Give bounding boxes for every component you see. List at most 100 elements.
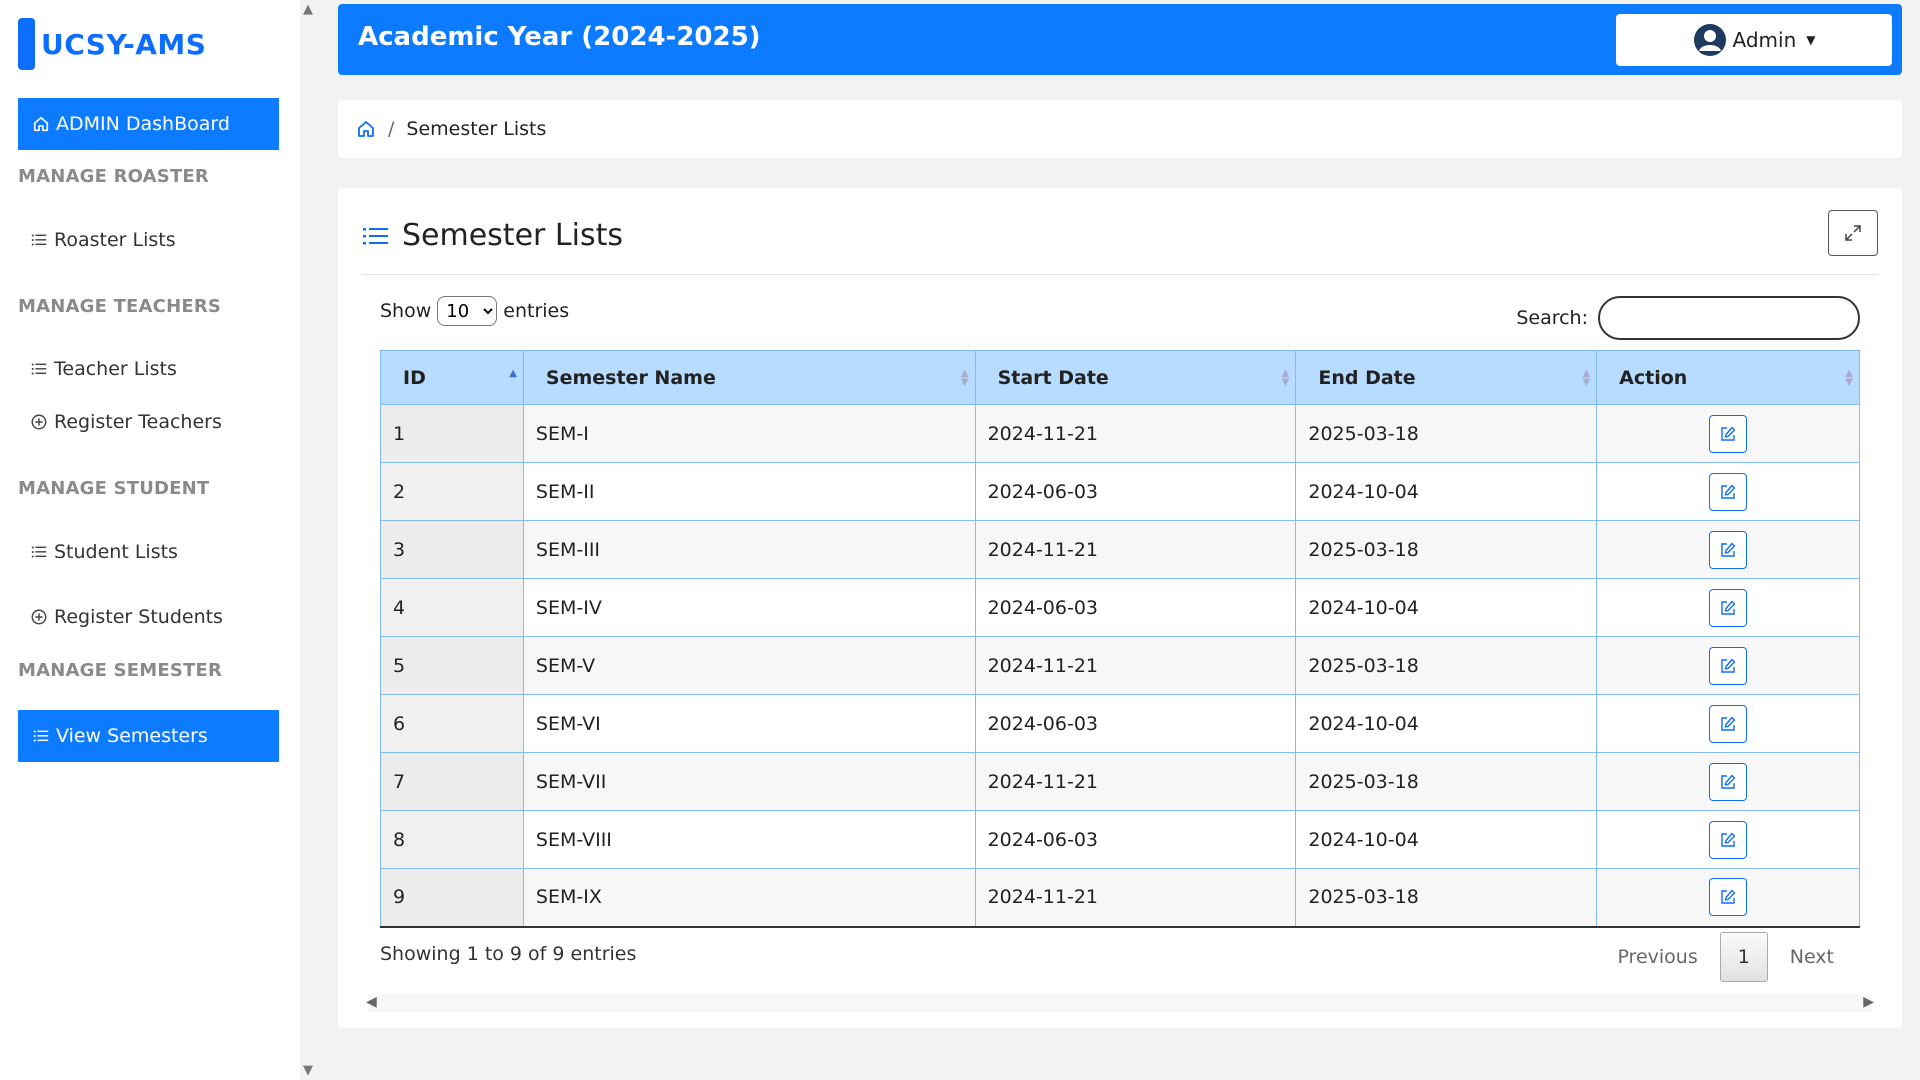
brand-name: UCSY-AMS bbox=[41, 27, 207, 61]
cell-action bbox=[1596, 578, 1860, 637]
chevron-down-icon: ▼ bbox=[1806, 33, 1816, 47]
cell-semester-name: SEM-VI bbox=[522, 694, 976, 753]
scroll-up-icon[interactable]: ▲ bbox=[303, 2, 313, 17]
cell-end-date: 2025-03-18 bbox=[1295, 404, 1598, 463]
card-title: Semester Lists bbox=[402, 218, 623, 253]
fullscreen-button[interactable] bbox=[1828, 210, 1878, 256]
cell-start-date: 2024-11-21 bbox=[974, 636, 1297, 695]
scroll-down-icon[interactable]: ▼ bbox=[303, 1063, 313, 1078]
sidebar-item-view-semesters[interactable]: View Semesters bbox=[18, 710, 279, 762]
search-control: Search: bbox=[1516, 296, 1860, 340]
sort-icon: ▲ ▼ bbox=[1845, 368, 1853, 388]
table-body: 1 SEM-I 2024-11-21 2025-03-18 2 SEM-II 2024-06… bbox=[380, 404, 1860, 927]
sort-icon: ▲ ▼ bbox=[1582, 368, 1591, 388]
next-page-button[interactable]: Next bbox=[1768, 946, 1856, 968]
edit-button[interactable] bbox=[1709, 704, 1748, 743]
column-header-semester-name[interactable]: Semester Name ▲ ▼ bbox=[522, 350, 976, 405]
top-navbar: Academic Year (2024-2025) Admin ▼ bbox=[338, 4, 1902, 75]
page-button-current[interactable]: 1 bbox=[1719, 932, 1768, 982]
horizontal-scrollbar[interactable]: ◀ ▶ bbox=[366, 994, 1874, 1012]
scroll-left-icon[interactable]: ◀ bbox=[366, 994, 377, 1010]
cell-semester-name: SEM-VII bbox=[522, 752, 976, 811]
cell-end-date: 2025-03-18 bbox=[1295, 636, 1598, 695]
cell-semester-name: SEM-VIII bbox=[522, 810, 976, 869]
cell-id: 9 bbox=[380, 868, 524, 927]
breadcrumb-current: Semester Lists bbox=[406, 118, 547, 140]
user-menu-button[interactable]: Admin ▼ bbox=[1616, 14, 1892, 66]
table-row: 6 SEM-VI 2024-06-03 2024-10-04 bbox=[380, 694, 1860, 753]
edit-icon bbox=[1721, 542, 1736, 557]
cell-end-date: 2025-03-18 bbox=[1295, 520, 1598, 579]
cell-start-date: 2024-06-03 bbox=[974, 462, 1297, 521]
sidebar-scrollbar[interactable]: ▲ ▼ bbox=[300, 0, 320, 1080]
plus-circle-icon bbox=[31, 414, 47, 430]
sidebar-item-teacher-lists[interactable]: Teacher Lists bbox=[30, 358, 177, 380]
section-manage-semester: MANAGE SEMESTER bbox=[18, 660, 223, 681]
sidebar-item-student-lists[interactable]: Student Lists bbox=[30, 541, 178, 563]
edit-icon bbox=[1721, 658, 1736, 673]
show-label: Show bbox=[380, 300, 432, 322]
table-row: 2 SEM-II 2024-06-03 2024-10-04 bbox=[380, 462, 1860, 521]
search-input[interactable] bbox=[1598, 296, 1860, 340]
cell-end-date: 2025-03-18 bbox=[1295, 868, 1598, 927]
sidebar-item-register-students[interactable]: Register Students bbox=[30, 606, 223, 628]
home-icon bbox=[33, 116, 49, 132]
plus-circle-icon bbox=[31, 609, 47, 625]
sidebar-item-register-teachers[interactable]: Register Teachers bbox=[30, 411, 222, 433]
edit-button[interactable] bbox=[1709, 588, 1748, 627]
previous-page-button[interactable]: Previous bbox=[1595, 946, 1719, 968]
edit-icon bbox=[1721, 600, 1736, 615]
column-header-id[interactable]: ID ▲ bbox=[380, 350, 524, 405]
scroll-right-icon[interactable]: ▶ bbox=[1863, 994, 1874, 1010]
edit-button[interactable] bbox=[1709, 414, 1748, 453]
edit-button[interactable] bbox=[1709, 646, 1748, 685]
sidebar-item-label: Teacher Lists bbox=[54, 358, 177, 380]
sidebar-item-dashboard[interactable]: ADMIN DashBoard bbox=[18, 98, 279, 150]
cell-end-date: 2024-10-04 bbox=[1295, 694, 1598, 753]
cell-action bbox=[1596, 810, 1860, 869]
edit-icon bbox=[1721, 832, 1736, 847]
cell-id: 1 bbox=[380, 404, 524, 463]
cell-id: 2 bbox=[380, 462, 524, 521]
cell-end-date: 2024-10-04 bbox=[1295, 462, 1598, 521]
section-manage-teachers: MANAGE TEACHERS bbox=[18, 296, 222, 317]
cell-semester-name: SEM-IX bbox=[522, 868, 976, 927]
edit-button[interactable] bbox=[1709, 472, 1748, 511]
list-icon bbox=[31, 234, 47, 246]
breadcrumb: / Semester Lists bbox=[338, 100, 1902, 158]
cell-semester-name: SEM-II bbox=[522, 462, 976, 521]
cell-action bbox=[1596, 520, 1860, 579]
sidebar-item-label: Student Lists bbox=[54, 541, 178, 563]
edit-button[interactable] bbox=[1709, 762, 1748, 801]
cell-start-date: 2024-11-21 bbox=[974, 404, 1297, 463]
sidebar-item-label: Register Students bbox=[54, 606, 223, 628]
edit-icon bbox=[1721, 890, 1736, 904]
cell-start-date: 2024-06-03 bbox=[974, 694, 1297, 753]
table-row: 3 SEM-III 2024-11-21 2025-03-18 bbox=[380, 520, 1860, 579]
card-header: Semester Lists bbox=[362, 218, 623, 253]
sidebar-item-label: View Semesters bbox=[56, 725, 208, 747]
cell-id: 7 bbox=[380, 752, 524, 811]
page-title: Academic Year (2024-2025) bbox=[358, 22, 761, 52]
list-icon bbox=[33, 730, 49, 742]
column-header-action[interactable]: Action ▲ ▼ bbox=[1596, 350, 1860, 405]
sidebar-item-roaster-lists[interactable]: Roaster Lists bbox=[30, 229, 176, 251]
cell-id: 4 bbox=[380, 578, 524, 637]
cell-end-date: 2024-10-04 bbox=[1295, 578, 1598, 637]
column-header-end-date[interactable]: End Date ▲ ▼ bbox=[1295, 350, 1598, 405]
cell-id: 3 bbox=[380, 520, 524, 579]
brand-logo[interactable]: UCSY-AMS bbox=[18, 18, 206, 70]
page-length-select[interactable]: 10 bbox=[437, 296, 498, 326]
cell-action bbox=[1596, 868, 1860, 927]
edit-button[interactable] bbox=[1709, 878, 1748, 917]
cell-start-date: 2024-11-21 bbox=[974, 868, 1297, 927]
cell-id: 8 bbox=[380, 810, 524, 869]
edit-button[interactable] bbox=[1709, 820, 1748, 859]
edit-button[interactable] bbox=[1709, 530, 1748, 569]
cell-action bbox=[1596, 752, 1860, 811]
semester-table: ID ▲ Semester Name ▲ ▼ Start Date ▲ ▼ End … bbox=[380, 350, 1860, 928]
column-header-start-date[interactable]: Start Date ▲ ▼ bbox=[974, 350, 1297, 405]
cell-semester-name: SEM-III bbox=[522, 520, 976, 579]
cell-action bbox=[1596, 462, 1860, 521]
home-icon[interactable] bbox=[356, 119, 376, 139]
